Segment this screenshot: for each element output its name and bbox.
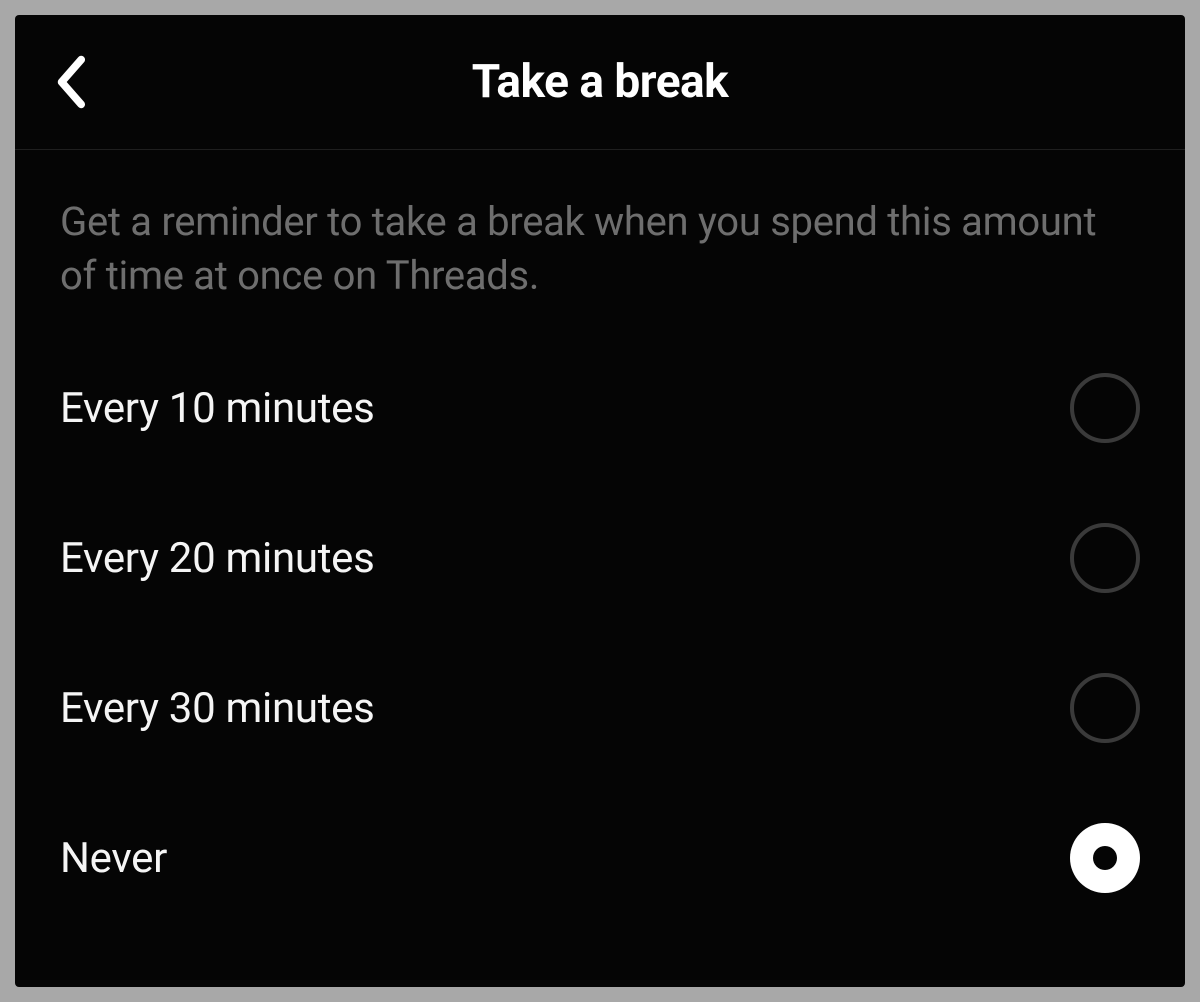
radio-icon xyxy=(1070,823,1140,893)
radio-icon xyxy=(1070,523,1140,593)
settings-screen: Take a break Get a reminder to take a br… xyxy=(15,15,1185,987)
content: Get a reminder to take a break when you … xyxy=(15,150,1185,933)
option-label: Never xyxy=(60,834,167,883)
option-label: Every 20 minutes xyxy=(60,534,375,583)
radio-icon xyxy=(1070,373,1140,443)
option-every-20-minutes[interactable]: Every 20 minutes xyxy=(60,483,1140,633)
option-label: Every 30 minutes xyxy=(60,684,375,733)
radio-icon xyxy=(1070,673,1140,743)
option-never[interactable]: Never xyxy=(60,783,1140,933)
back-button[interactable] xyxy=(45,57,95,107)
option-label: Every 10 minutes xyxy=(60,384,375,433)
header: Take a break xyxy=(15,15,1185,150)
page-title: Take a break xyxy=(15,55,1185,109)
option-every-10-minutes[interactable]: Every 10 minutes xyxy=(60,333,1140,483)
chevron-left-icon xyxy=(52,54,88,110)
option-every-30-minutes[interactable]: Every 30 minutes xyxy=(60,633,1140,783)
description-text: Get a reminder to take a break when you … xyxy=(60,150,1140,333)
